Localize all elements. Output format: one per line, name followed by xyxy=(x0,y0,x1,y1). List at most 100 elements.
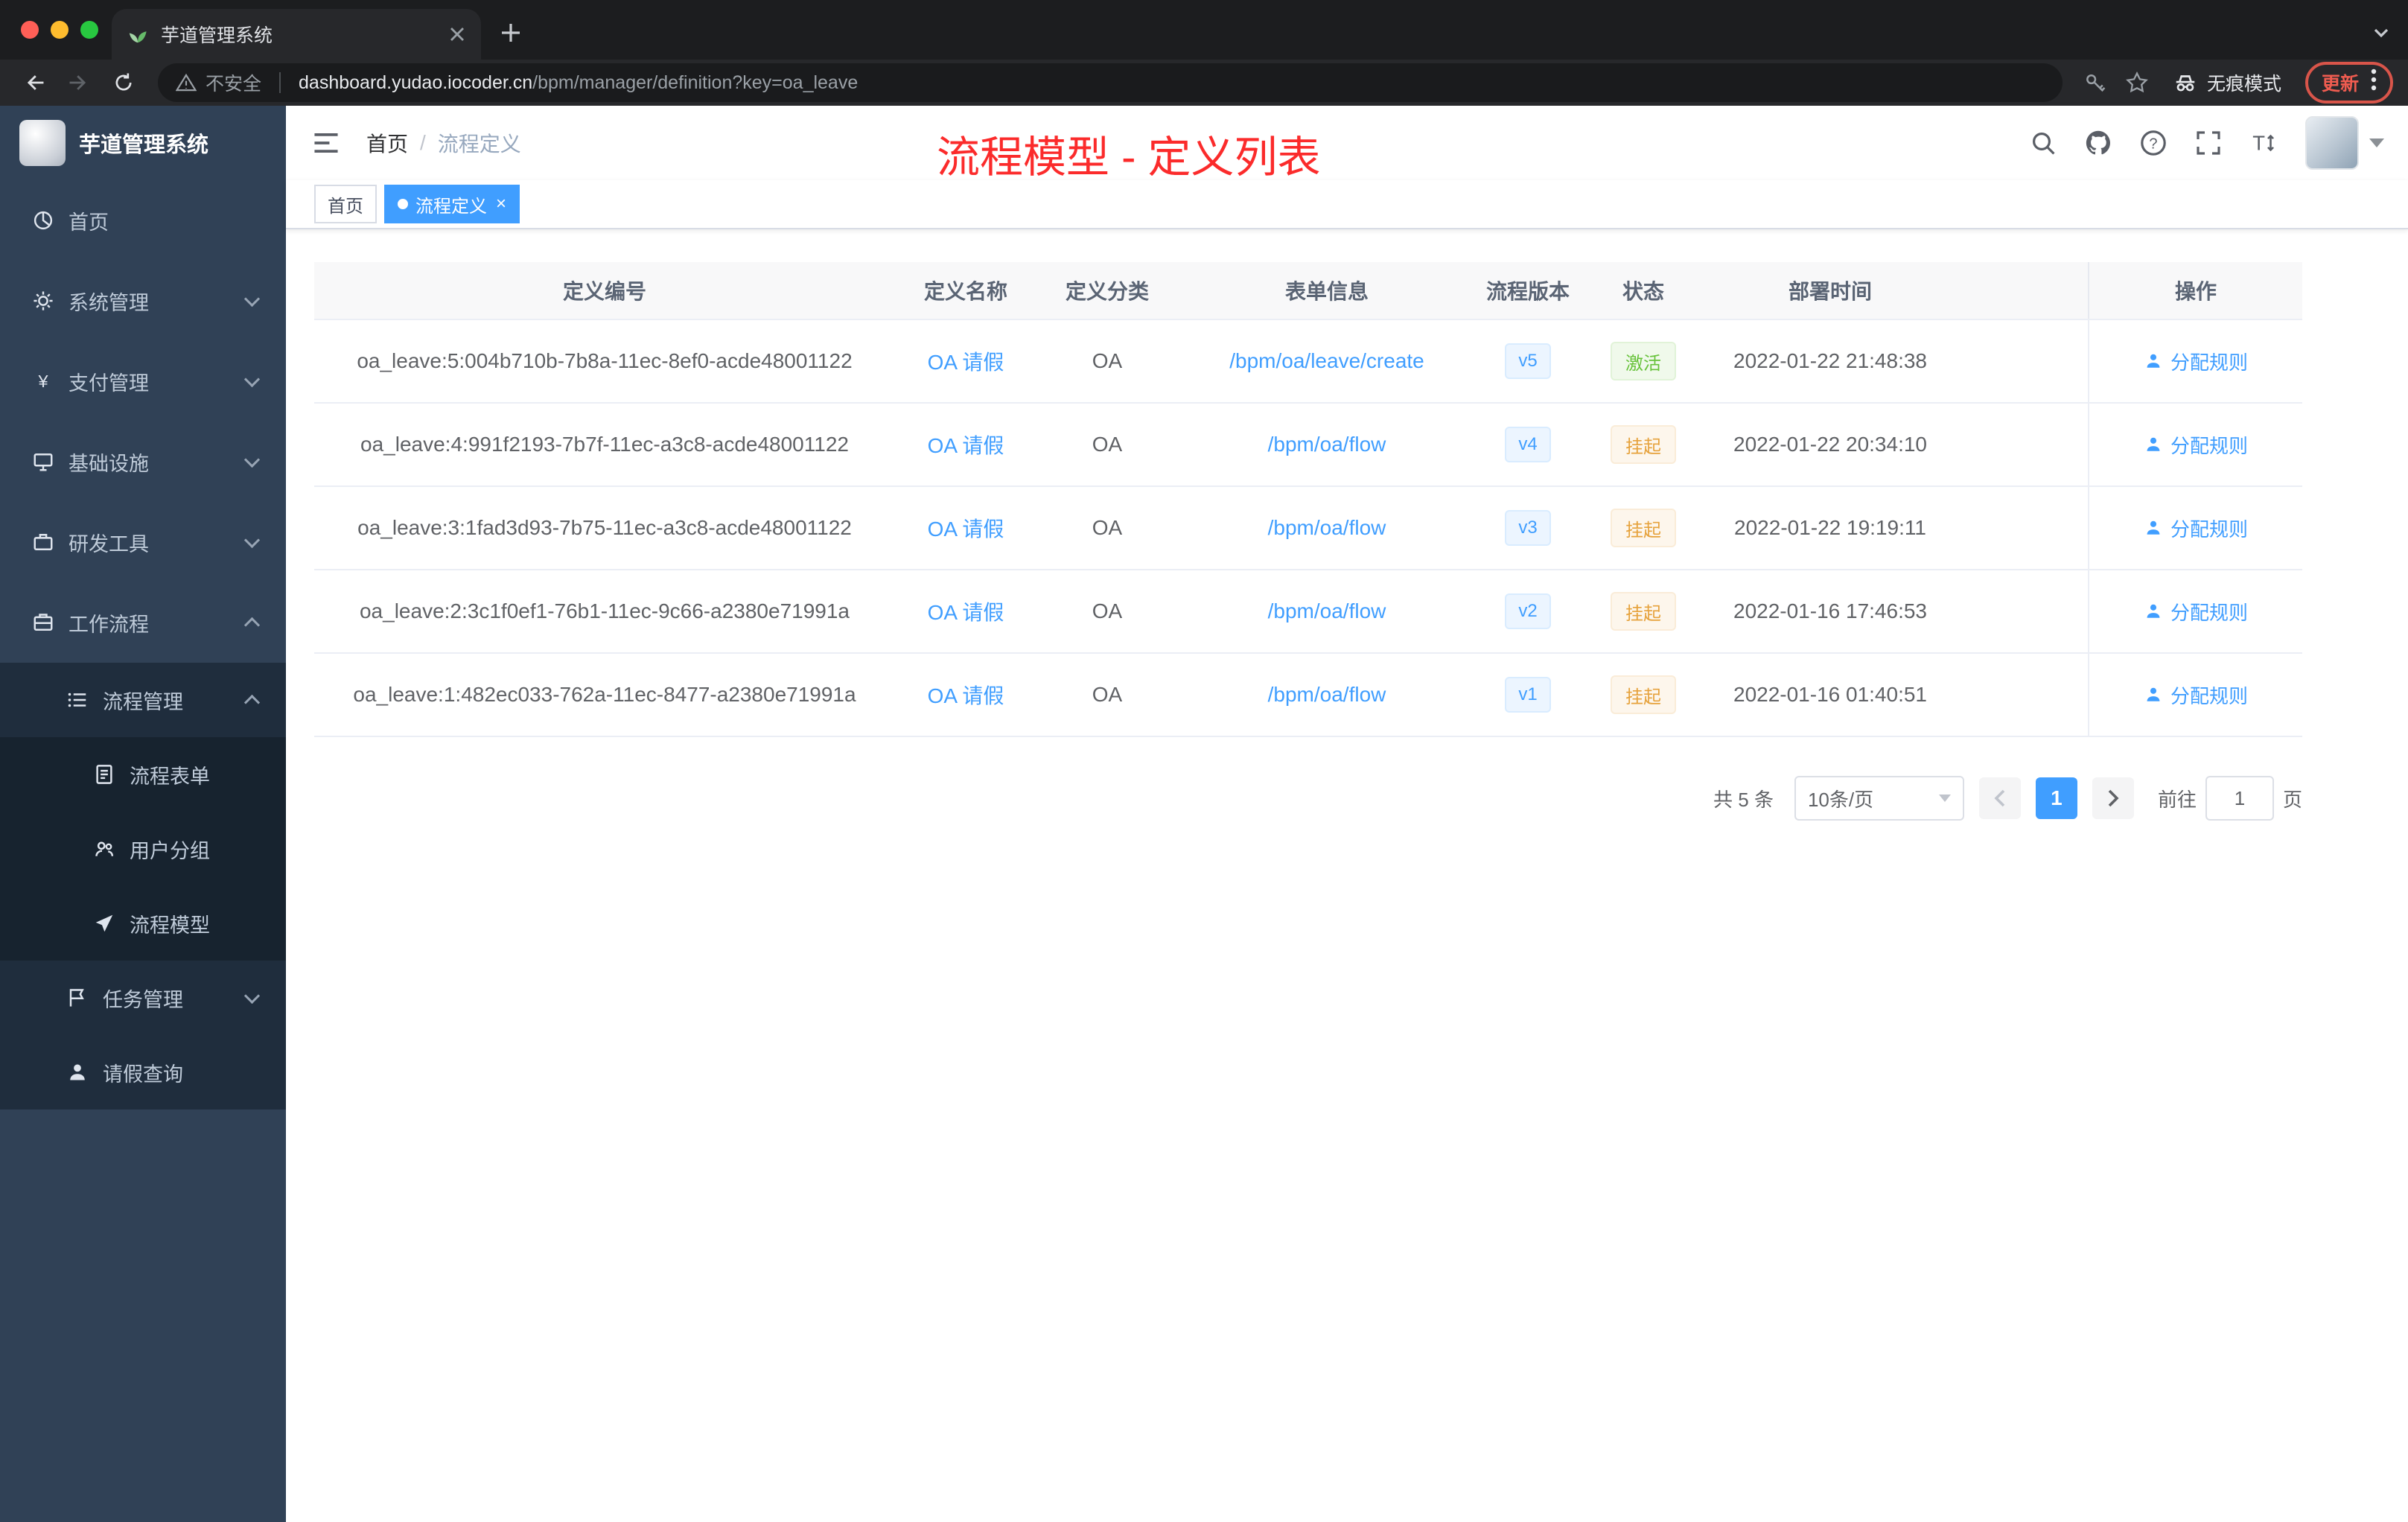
bookmark-star-icon[interactable] xyxy=(2119,65,2155,101)
version-tag: v4 xyxy=(1505,427,1551,462)
tab-close-icon[interactable] xyxy=(445,22,469,46)
cell-form-info[interactable]: /bpm/oa/flow xyxy=(1178,404,1476,485)
definition-name-link[interactable]: OA 请假 xyxy=(928,346,1004,376)
gear-icon xyxy=(31,289,55,313)
definition-name-link[interactable]: OA 请假 xyxy=(928,513,1004,543)
cell-definition-name[interactable]: OA 请假 xyxy=(895,487,1036,569)
form-info-link[interactable]: /bpm/oa/flow xyxy=(1268,599,1386,623)
assign-rule-button[interactable]: 分配规则 xyxy=(2144,515,2248,542)
avatar[interactable] xyxy=(2305,116,2359,170)
tag-close-icon[interactable]: × xyxy=(496,195,506,213)
maximize-window-button[interactable] xyxy=(80,21,98,39)
assign-rule-label: 分配规则 xyxy=(2170,434,2248,457)
forward-button[interactable] xyxy=(60,63,98,102)
form-info-link[interactable]: /bpm/oa/flow xyxy=(1268,683,1386,707)
definition-name-link[interactable]: OA 请假 xyxy=(928,680,1004,710)
sidebar-item-0[interactable]: 首页 xyxy=(0,180,286,261)
assign-rule-button[interactable]: 分配规则 xyxy=(2144,431,2248,459)
column-header-0: 定义编号 xyxy=(562,280,646,303)
cell-form-info[interactable]: /bpm/oa/flow xyxy=(1178,570,1476,652)
sidebar-item-4[interactable]: 研发工具 xyxy=(0,502,286,582)
cell-definition-name[interactable]: OA 请假 xyxy=(895,654,1036,736)
password-key-icon[interactable] xyxy=(2077,65,2113,101)
browser-tab[interactable]: 芋道管理系统 xyxy=(112,9,481,60)
github-icon[interactable] xyxy=(2083,128,2113,158)
sidebar-item-7[interactable]: 流程表单 xyxy=(0,737,286,812)
close-window-button[interactable] xyxy=(21,21,39,39)
font-size-icon[interactable]: T xyxy=(2249,128,2278,158)
assign-rule-button[interactable]: 分配规则 xyxy=(2144,598,2248,625)
app-navbar: 首页 / 流程定义 ? T xyxy=(286,106,2408,180)
pagination-total: 共 5 条 xyxy=(1713,788,1774,811)
sidebar-item-3[interactable]: 基础设施 xyxy=(0,421,286,502)
app-root: 芋道管理系统 首页 系统管理 ¥ 支付管理 基础设施 研发工具 工作流程 流程管理 流程表单 用户… xyxy=(0,106,2408,1522)
sidebar-toggle-icon[interactable] xyxy=(310,127,343,159)
column-header-2: 定义分类 xyxy=(1065,280,1149,303)
user-icon xyxy=(2144,351,2163,371)
help-icon[interactable]: ? xyxy=(2138,128,2168,158)
version-tag: v1 xyxy=(1505,677,1551,713)
cell-form-info[interactable]: /bpm/oa/leave/create xyxy=(1178,320,1476,402)
sidebar-item-2[interactable]: ¥ 支付管理 xyxy=(0,341,286,421)
sidebar-item-11[interactable]: 请假查询 xyxy=(0,1035,286,1109)
prev-page-button[interactable] xyxy=(1978,777,2021,819)
cell-form-info[interactable]: /bpm/oa/flow xyxy=(1178,654,1476,736)
goto-page-input[interactable] xyxy=(2205,776,2274,821)
new-tab-button[interactable] xyxy=(490,12,532,54)
cell-definition-name[interactable]: OA 请假 xyxy=(895,570,1036,652)
page-size-select[interactable]: 10条/页 xyxy=(1794,776,1964,821)
cell-deploy-time: 2022-01-16 17:46:53 xyxy=(1733,599,1927,623)
page-number-button[interactable]: 1 xyxy=(2035,777,2077,819)
reload-button[interactable] xyxy=(104,63,143,102)
security-label: 不安全 xyxy=(206,74,262,95)
breadcrumb-item-home[interactable]: 首页 xyxy=(366,128,408,158)
address-bar[interactable]: 不安全 dashboard.yudao.iocoder.cn/bpm/manag… xyxy=(158,63,2063,102)
cell-definition-name[interactable]: OA 请假 xyxy=(895,320,1036,402)
sidebar-item-9[interactable]: 流程模型 xyxy=(0,886,286,961)
sidebar-item-label: 请假查询 xyxy=(103,1063,183,1086)
search-icon[interactable] xyxy=(2028,128,2058,158)
cell-version: v5 xyxy=(1476,320,1580,402)
svg-text:T: T xyxy=(2252,132,2265,155)
minimize-window-button[interactable] xyxy=(51,21,69,39)
definition-name-link[interactable]: OA 请假 xyxy=(928,430,1004,459)
view-tag-0[interactable]: 首页 xyxy=(314,185,377,223)
incognito-badge: 无痕模式 xyxy=(2173,69,2281,96)
column-header-7: 操作 xyxy=(2088,262,2302,319)
cell-definition-name[interactable]: OA 请假 xyxy=(895,404,1036,485)
tab-favicon-icon xyxy=(127,23,149,45)
sidebar-item-8[interactable]: 用户分组 xyxy=(0,812,286,886)
cell-category: OA xyxy=(1092,599,1123,623)
form-info-link[interactable]: /bpm/oa/leave/create xyxy=(1229,349,1424,373)
version-tag: v5 xyxy=(1505,343,1551,379)
view-tag-1[interactable]: 流程定义 × xyxy=(384,185,520,223)
form-info-link[interactable]: /bpm/oa/flow xyxy=(1268,516,1386,540)
form-info-link[interactable]: /bpm/oa/flow xyxy=(1268,433,1386,456)
browser-window: 芋道管理系统 不安全 dashboard.yudao.iocoder.cn/bp… xyxy=(0,0,2408,1522)
definition-name-link[interactable]: OA 请假 xyxy=(928,596,1004,626)
cell-definition-id: oa_leave:3:1fad3d93-7b75-11ec-a3c8-acde4… xyxy=(357,516,852,539)
browser-update-button[interactable]: 更新 xyxy=(2305,62,2393,104)
sidebar-item-5[interactable]: 工作流程 xyxy=(0,582,286,663)
browser-menu-dots-icon[interactable] xyxy=(2371,68,2377,98)
tags-view: 首页 流程定义 × xyxy=(286,180,2408,229)
user-menu[interactable] xyxy=(2305,116,2384,170)
fullscreen-icon[interactable] xyxy=(2194,128,2223,158)
sidebar-item-6[interactable]: 流程管理 xyxy=(0,663,286,737)
back-button[interactable] xyxy=(15,63,54,102)
incognito-label: 无痕模式 xyxy=(2206,74,2281,95)
cell-category: OA xyxy=(1092,683,1123,706)
url-path: /bpm/manager/definition?key=oa_leave xyxy=(532,71,859,93)
cell-form-info[interactable]: /bpm/oa/flow xyxy=(1178,487,1476,569)
sidebar-item-10[interactable]: 任务管理 xyxy=(0,961,286,1035)
cell-deploy-time: 2022-01-16 01:40:51 xyxy=(1733,683,1927,706)
sidebar-item-1[interactable]: 系统管理 xyxy=(0,261,286,341)
assign-rule-button[interactable]: 分配规则 xyxy=(2144,348,2248,375)
tab-search-chevron-icon[interactable] xyxy=(2372,20,2390,48)
browser-toolbar: 不安全 dashboard.yudao.iocoder.cn/bpm/manag… xyxy=(0,60,2408,106)
assign-rule-button[interactable]: 分配规则 xyxy=(2144,681,2248,709)
chevron-down-icon xyxy=(243,290,261,307)
next-page-button[interactable] xyxy=(2092,777,2134,819)
cell-version: v2 xyxy=(1476,570,1580,652)
sidebar-item-label: 基础设施 xyxy=(69,452,149,475)
